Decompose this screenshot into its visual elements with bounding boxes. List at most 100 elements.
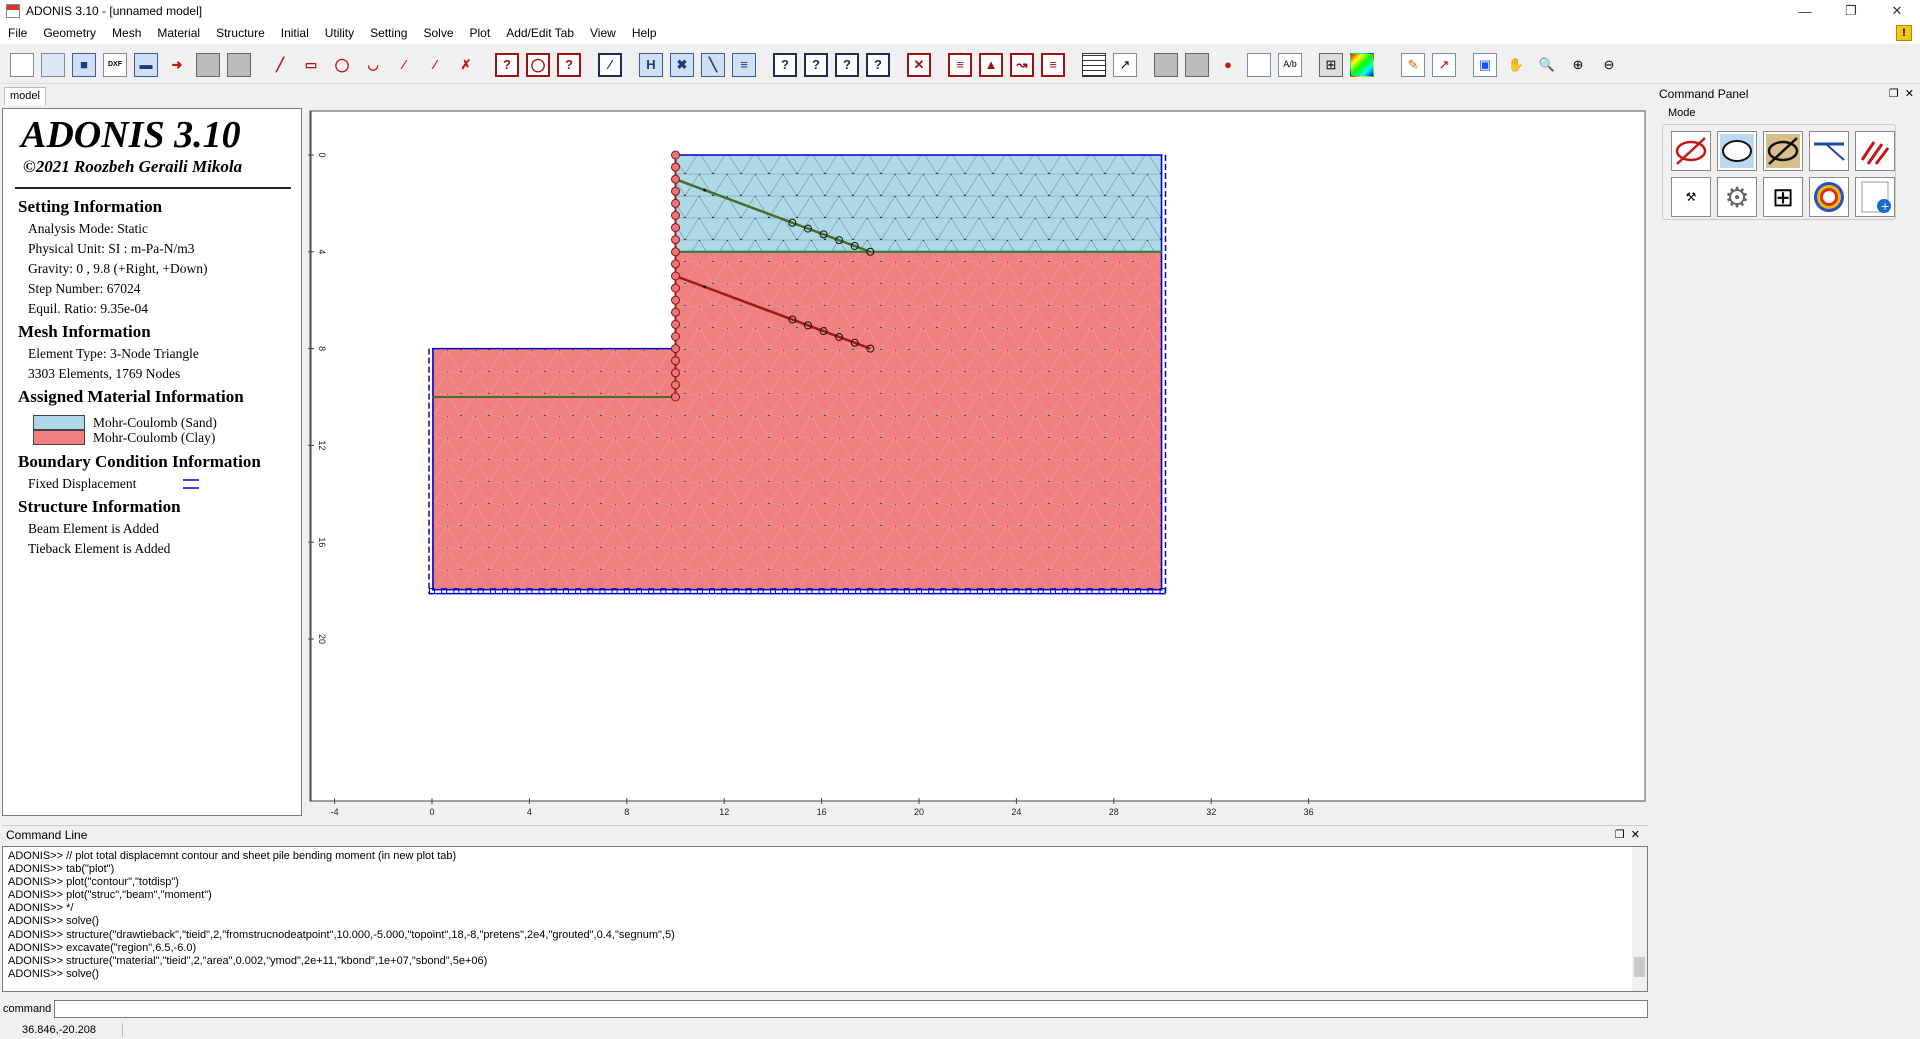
open-file-icon[interactable] bbox=[41, 52, 65, 77]
menu-plot[interactable]: Plot bbox=[462, 22, 499, 44]
memory-icon[interactable] bbox=[1154, 52, 1178, 77]
new-file-icon[interactable] bbox=[10, 52, 34, 77]
structure-pile-icon[interactable]: ▲ bbox=[979, 52, 1003, 77]
add-tab-icon[interactable]: + bbox=[1855, 177, 1895, 217]
command-panel-title: Command Panel ❐ ✕ bbox=[1655, 85, 1920, 103]
boundary-slope-icon[interactable]: ╲ bbox=[701, 52, 725, 77]
warning-icon[interactable]: ! bbox=[1896, 25, 1912, 41]
tab-model[interactable]: model bbox=[4, 87, 46, 105]
draw-polyline-icon[interactable]: ∕ bbox=[392, 53, 416, 77]
log-scroll-thumb[interactable] bbox=[1634, 957, 1645, 977]
command-input[interactable] bbox=[54, 1000, 1648, 1018]
cmdline-float-icon[interactable]: ❐ bbox=[1615, 829, 1625, 841]
panel-close-icon[interactable]: ✕ bbox=[1905, 88, 1914, 100]
delete-geometry-icon[interactable]: ✗ bbox=[454, 53, 478, 77]
zoom-extent-icon[interactable]: 🔍 bbox=[1535, 53, 1559, 77]
draw-segment-icon[interactable]: ∕ bbox=[423, 53, 447, 77]
help-query-1-icon[interactable]: ? bbox=[773, 52, 797, 77]
mesh-mode-icon[interactable] bbox=[1717, 131, 1757, 171]
x-tick-label: 8 bbox=[624, 807, 629, 816]
calculator-toolbar-icon[interactable]: ⊞ bbox=[1319, 52, 1343, 77]
print-preview-icon[interactable] bbox=[196, 52, 220, 77]
window-icon[interactable] bbox=[1247, 52, 1271, 77]
physical-unit-text: Physical Unit: SI : m-Pa-N/m3 bbox=[28, 241, 195, 256]
fixed-displacement-symbol bbox=[183, 479, 199, 489]
help-query-2-icon[interactable]: ? bbox=[804, 52, 828, 77]
zoom-window-icon[interactable]: ▣ bbox=[1473, 52, 1497, 77]
zoom-in-icon[interactable]: ⊕ bbox=[1566, 53, 1590, 77]
color-map-icon[interactable] bbox=[1350, 52, 1374, 77]
region-info-icon[interactable]: ◯ bbox=[526, 52, 550, 77]
toolbar: ■ DXF ▬ ➜ ╱ ▭ ◯ ◡ ∕ ∕ ✗ ? ◯ ? ∕ H ✖ ╲ ≡ … bbox=[0, 46, 1920, 84]
gravity-text: Gravity: 0 , 9.8 (+Right, +Down) bbox=[28, 261, 208, 276]
maximize-button[interactable]: ❐ bbox=[1828, 0, 1874, 22]
help-query-4-icon[interactable]: ? bbox=[866, 52, 890, 77]
mode-label: Mode bbox=[1668, 107, 1696, 119]
sand-region bbox=[675, 155, 1163, 252]
delete-boundary-icon[interactable]: ✕ bbox=[907, 52, 931, 77]
menu-setting[interactable]: Setting bbox=[362, 22, 415, 44]
panel-float-icon[interactable]: ❐ bbox=[1889, 88, 1899, 100]
menu-solve[interactable]: Solve bbox=[415, 22, 461, 44]
query-icon[interactable]: ? bbox=[557, 52, 581, 77]
log-scrollbar[interactable] bbox=[1632, 847, 1647, 991]
boundary-fix-icon[interactable]: ✖ bbox=[670, 52, 694, 77]
history-chart-icon[interactable]: ↗ bbox=[1113, 52, 1137, 77]
pan-hand-icon[interactable]: ✋ bbox=[1504, 53, 1528, 77]
help-query-3-icon[interactable]: ? bbox=[835, 52, 859, 77]
fixed-displacement-text: Fixed Displacement bbox=[28, 476, 137, 491]
settings-gear-icon[interactable]: ⚙ bbox=[1717, 177, 1757, 217]
print-icon[interactable] bbox=[227, 52, 251, 77]
menu-help[interactable]: Help bbox=[624, 22, 665, 44]
menu-view[interactable]: View bbox=[582, 22, 624, 44]
structure-tieback-icon[interactable]: ↝ bbox=[1010, 52, 1034, 77]
contour-mode-icon[interactable] bbox=[1809, 177, 1849, 217]
device-icon[interactable] bbox=[1185, 52, 1209, 77]
menu-structure[interactable]: Structure bbox=[208, 22, 273, 44]
analysis-mode-text: Analysis Mode: Static bbox=[28, 221, 148, 236]
structure-delete-icon[interactable]: ≡ bbox=[1041, 52, 1065, 77]
beam-node bbox=[671, 332, 680, 341]
export-icon[interactable]: ➜ bbox=[165, 53, 189, 77]
geometry-mode-icon[interactable] bbox=[1671, 131, 1711, 171]
save-icon[interactable]: ■ bbox=[72, 52, 96, 77]
utility-mode-icon[interactable]: ⚒ bbox=[1671, 177, 1711, 217]
plot-settings-icon[interactable]: ✎ bbox=[1401, 52, 1425, 77]
menu-mesh[interactable]: Mesh bbox=[104, 22, 149, 44]
import-dxf-icon[interactable]: DXF bbox=[103, 52, 127, 77]
app-icon bbox=[6, 4, 20, 18]
cmdline-close-icon[interactable]: ✕ bbox=[1631, 829, 1640, 841]
draw-circle-icon[interactable]: ◯ bbox=[330, 53, 354, 77]
table-icon[interactable] bbox=[1082, 52, 1106, 77]
calculator-icon[interactable]: ⊞ bbox=[1763, 177, 1803, 217]
beam-node bbox=[671, 150, 680, 160]
zoom-out-icon[interactable]: ⊖ bbox=[1597, 53, 1621, 77]
menu-add-edit-tab[interactable]: Add/Edit Tab bbox=[498, 22, 582, 44]
boundary-list-icon[interactable]: ≡ bbox=[732, 52, 756, 77]
structure-beam-icon[interactable]: ≡ bbox=[948, 52, 972, 77]
log-line: ADONIS>> solve() bbox=[8, 967, 100, 980]
minimize-button[interactable]: — bbox=[1782, 0, 1828, 22]
plot-chart-icon[interactable]: ↗ bbox=[1432, 52, 1456, 77]
draw-arc-icon[interactable]: ◡ bbox=[361, 53, 385, 77]
structure-mode-icon[interactable] bbox=[1809, 131, 1849, 171]
menu-initial[interactable]: Initial bbox=[273, 22, 317, 44]
text-icon[interactable]: A/b bbox=[1278, 52, 1302, 77]
close-button[interactable]: ✕ bbox=[1874, 0, 1920, 22]
boundary-h-icon[interactable]: H bbox=[639, 52, 663, 77]
model-canvas[interactable]: -4 0 4 8 12 16 20 24 28 32 36 0 4 8 12 16 20 bbox=[307, 108, 1648, 816]
menu-material[interactable]: Material bbox=[149, 22, 208, 44]
geometry-info-icon[interactable]: ? bbox=[495, 52, 519, 77]
menu-utility[interactable]: Utility bbox=[317, 22, 362, 44]
model-plot-area[interactable]: -4 0 4 8 12 16 20 24 28 32 36 0 4 8 12 16 20 bbox=[307, 108, 1648, 816]
boundary-mode-icon[interactable] bbox=[1855, 131, 1895, 171]
material-assign-icon[interactable]: ∕ bbox=[598, 52, 622, 77]
draw-line-icon[interactable]: ╱ bbox=[268, 53, 292, 77]
menu-file[interactable]: File bbox=[0, 22, 35, 44]
scanner-icon[interactable]: ▬ bbox=[134, 52, 158, 77]
material-mode-icon[interactable] bbox=[1763, 131, 1803, 171]
menu-geometry[interactable]: Geometry bbox=[35, 22, 104, 44]
beam-node bbox=[671, 211, 680, 220]
draw-rectangle-icon[interactable]: ▭ bbox=[299, 53, 323, 77]
record-icon[interactable]: ● bbox=[1216, 53, 1240, 77]
